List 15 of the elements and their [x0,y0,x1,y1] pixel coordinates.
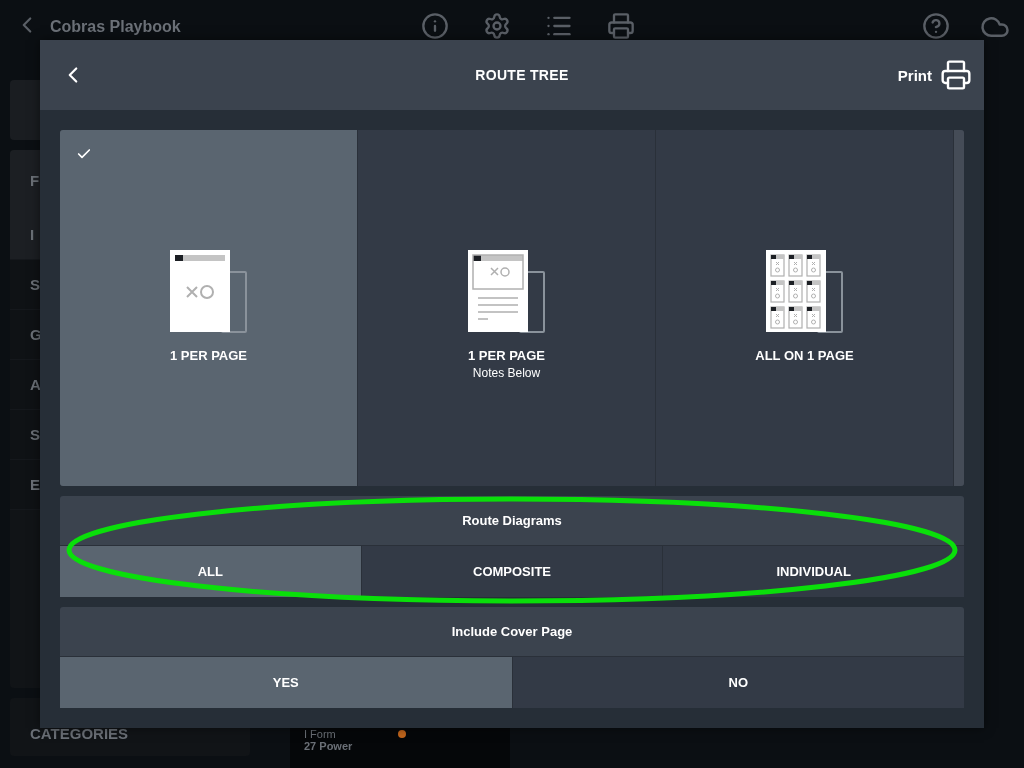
play-title: 27 Power [304,740,353,752]
segment-option[interactable]: ALL [60,546,362,597]
play-formation: I Form [304,728,336,740]
layout-label: 1 PER PAGE [467,348,546,363]
layout-option[interactable]: 1 PER PAGE [60,130,358,486]
app-title: Cobras Playbook [50,18,181,36]
segment-option[interactable]: NO [512,657,964,708]
layout-label: 1 PER PAGE [169,348,248,363]
print-button[interactable]: Print [897,59,972,91]
segment-option[interactable]: YES [60,657,513,708]
segment-option[interactable]: COMPOSITE [361,546,664,597]
layout-sublabel: Notes Below [472,366,541,380]
layout-label: ALL ON 1 PAGE [755,348,854,363]
dialog-title: ROUTE TREE [474,67,570,83]
segment-option[interactable]: INDIVIDUAL [663,546,964,597]
